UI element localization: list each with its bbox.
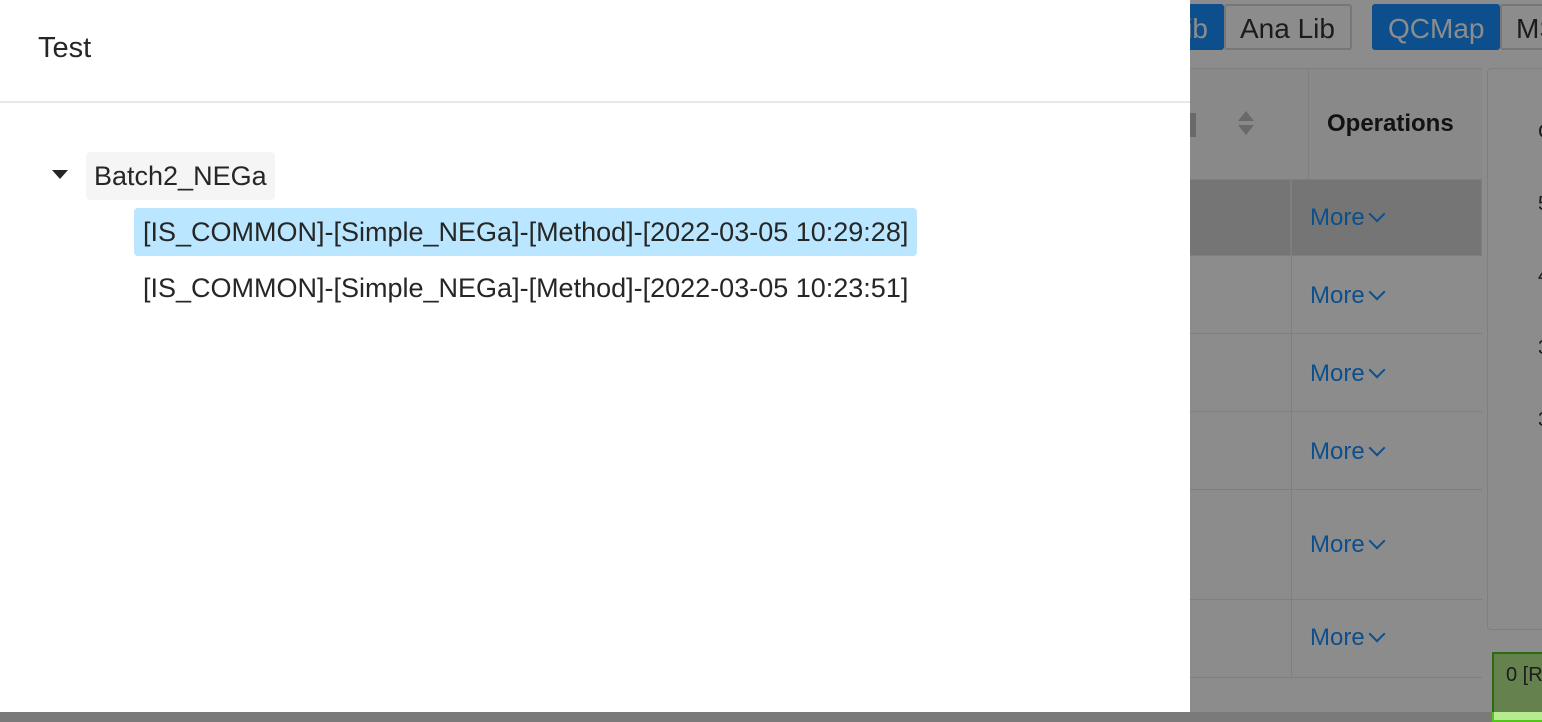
tree-node-root[interactable]: Batch2_NEGa [86, 152, 275, 200]
drawer-header: Test [0, 0, 1190, 103]
caret-down-icon[interactable] [52, 170, 68, 179]
tree-node-leaf[interactable]: [IS_COMMON]-[Simple_NEGa]-[Method]-[2022… [134, 264, 917, 312]
tree-node-leaf[interactable]: [IS_COMMON]-[Simple_NEGa]-[Method]-[2022… [134, 208, 918, 256]
drawer-title: Test [38, 32, 92, 64]
drawer: Test Batch2_NEGa [IS_COMMON]-[Simple_NEG… [0, 0, 1190, 712]
